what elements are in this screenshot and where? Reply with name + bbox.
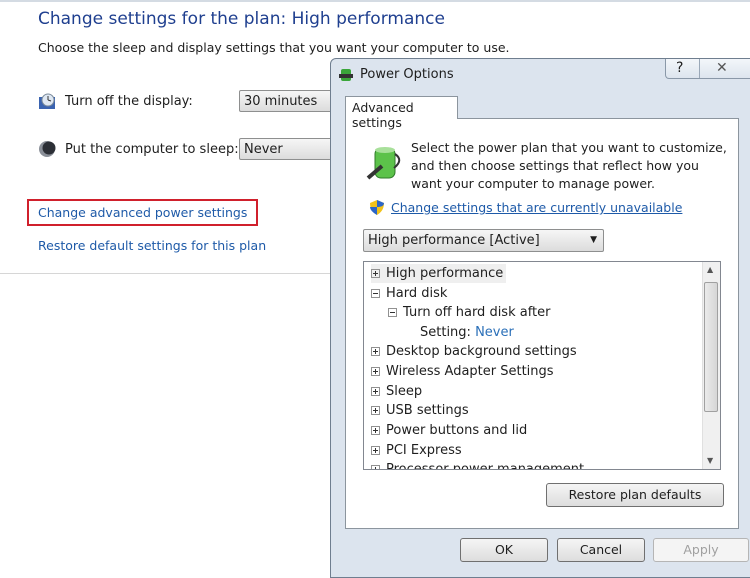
dialog-title: Power Options: [360, 67, 454, 82]
tree-item-usb[interactable]: USB settings: [371, 401, 469, 420]
expand-icon[interactable]: [371, 465, 380, 469]
sleep-select[interactable]: Never: [239, 138, 339, 160]
tree-item-label: Power buttons and lid: [386, 423, 528, 438]
scrollbar-thumb[interactable]: [704, 282, 718, 412]
expand-icon[interactable]: [371, 406, 380, 415]
top-border: [0, 0, 750, 2]
expand-icon[interactable]: [371, 347, 380, 356]
ok-button[interactable]: OK: [460, 538, 548, 562]
power-options-icon: [339, 69, 353, 81]
plan-select-value: High performance [Active]: [368, 233, 540, 248]
tree-item-pci-express[interactable]: PCI Express: [371, 441, 462, 460]
tree-item-turn-off-hard-disk[interactable]: Turn off hard disk after: [388, 303, 551, 322]
expand-icon[interactable]: [371, 387, 380, 396]
scroll-up-icon[interactable]: ▲: [707, 265, 713, 274]
setting-value[interactable]: Never: [475, 325, 514, 340]
tree-item-label: Turn off hard disk after: [403, 305, 551, 320]
scroll-down-icon[interactable]: ▼: [707, 456, 713, 465]
plan-select[interactable]: High performance [Active] ▼: [363, 229, 604, 252]
settings-tree: High performance Hard disk Turn off hard…: [363, 261, 721, 470]
sleep-icon: [39, 141, 56, 157]
restore-defaults-link[interactable]: Restore default settings for this plan: [38, 238, 266, 253]
sleep-label: Put the computer to sleep:: [65, 142, 239, 157]
display-icon: [39, 93, 55, 109]
tree-item-power-buttons[interactable]: Power buttons and lid: [371, 421, 527, 440]
close-button[interactable]: ✕: [716, 60, 728, 76]
tree-item-desktop-background[interactable]: Desktop background settings: [371, 342, 577, 361]
tree-item-processor-power[interactable]: Processor power management: [371, 460, 585, 470]
tree-item-label: Wireless Adapter Settings: [386, 364, 554, 379]
expand-icon[interactable]: [371, 426, 380, 435]
collapse-icon[interactable]: [388, 308, 397, 317]
page-subtitle: Choose the sleep and display settings th…: [38, 40, 510, 55]
tree-item-label: Hard disk: [386, 286, 448, 301]
collapse-icon[interactable]: [371, 289, 380, 298]
tree-item-label: Processor power management: [386, 462, 585, 470]
advanced-settings-link[interactable]: Change advanced power settings: [38, 205, 247, 220]
page-title: Change settings for the plan: High perfo…: [38, 9, 445, 29]
tree-item-wireless-adapter[interactable]: Wireless Adapter Settings: [371, 362, 554, 381]
setting-label: Setting:: [420, 325, 471, 340]
tree-item-setting[interactable]: Setting: Never: [420, 323, 514, 342]
tree-item-label: Sleep: [386, 384, 423, 399]
tree-item-high-performance[interactable]: High performance: [371, 264, 507, 283]
tree-item-label: Desktop background settings: [386, 344, 577, 359]
tree-scrollbar[interactable]: ▲ ▼: [702, 262, 720, 469]
help-button[interactable]: ?: [676, 60, 683, 76]
tree-item-label: USB settings: [386, 403, 469, 418]
uac-shield-icon: [370, 200, 384, 215]
tree-item-label: PCI Express: [386, 443, 462, 458]
caption-buttons: ? ✕: [665, 59, 750, 79]
change-unavailable-settings-link[interactable]: Change settings that are currently unava…: [391, 200, 682, 215]
tree-item-label: High performance: [386, 266, 504, 281]
battery-plug-icon: [366, 147, 401, 180]
cancel-button[interactable]: Cancel: [557, 538, 645, 562]
tab-advanced-settings[interactable]: Advanced settings: [345, 96, 458, 130]
tree-item-sleep[interactable]: Sleep: [371, 382, 422, 401]
expand-icon[interactable]: [371, 269, 380, 278]
restore-plan-defaults-button[interactable]: Restore plan defaults: [546, 483, 724, 507]
apply-button[interactable]: Apply: [653, 538, 749, 562]
display-label: Turn off the display:: [65, 94, 193, 109]
expand-icon[interactable]: [371, 446, 380, 455]
caption-divider: [699, 59, 700, 78]
dialog-description: Select the power plan that you want to c…: [411, 140, 727, 191]
display-select[interactable]: 30 minutes: [239, 90, 339, 112]
expand-icon[interactable]: [371, 367, 380, 376]
chevron-down-icon: ▼: [590, 235, 597, 245]
divider: [0, 273, 330, 274]
tree-item-hard-disk[interactable]: Hard disk: [371, 284, 447, 303]
